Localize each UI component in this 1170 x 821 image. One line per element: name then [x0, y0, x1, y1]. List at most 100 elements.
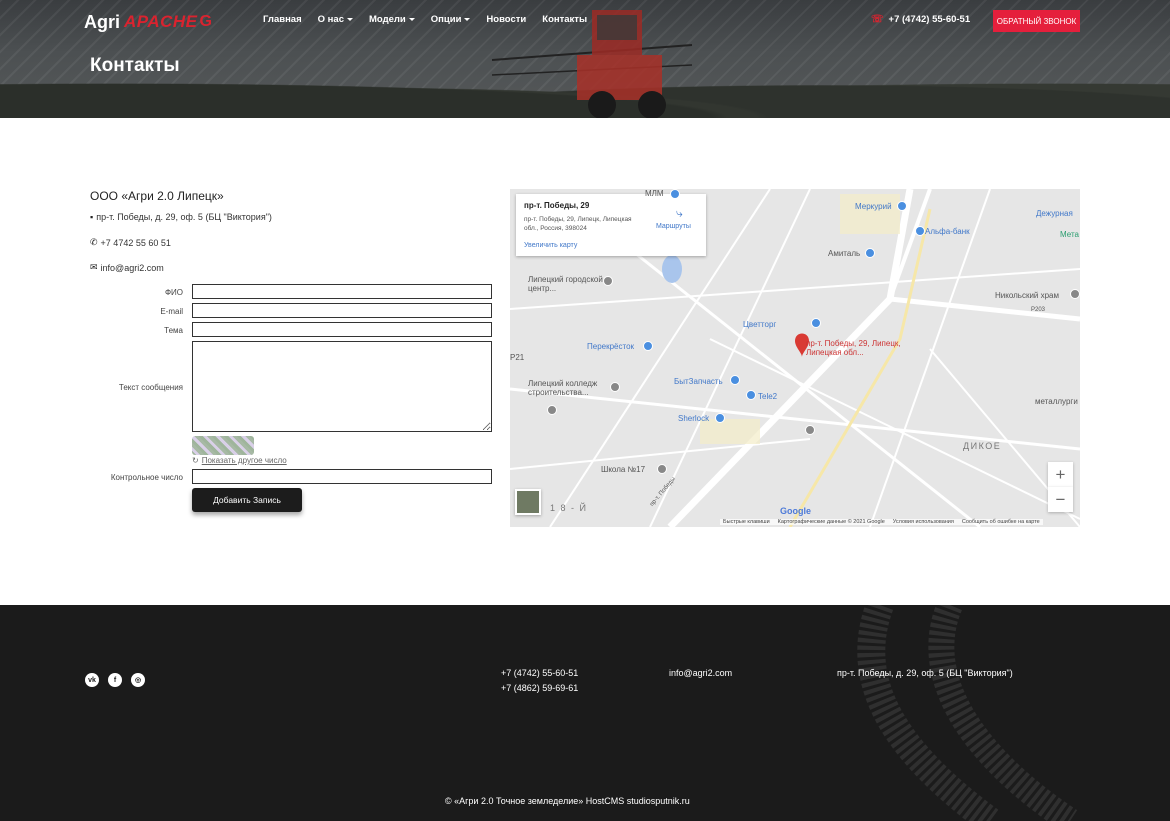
map-label-p203: Р203 — [1031, 307, 1046, 313]
map-label-tsvettorg: Цветторг — [743, 320, 777, 329]
submit-button[interactable]: Добавить Запись — [192, 488, 302, 512]
message-label: Текст сообщения — [118, 383, 183, 392]
map-label-lipetsk-center: Липецкий городской центр... — [528, 275, 603, 293]
logo-apache-text: APACHE — [124, 12, 198, 31]
zoom-in-button[interactable]: + — [1048, 462, 1073, 487]
map-label-bytzapchast: БытЗапчасть — [674, 377, 723, 386]
tire-tracks-decoration — [857, 605, 1078, 821]
chevron-down-icon — [408, 18, 415, 21]
email-field[interactable] — [192, 303, 492, 318]
nav-about-label: О нас — [317, 14, 344, 25]
logo-mark: G — [199, 13, 212, 30]
map-label-merkuriy: Меркурий — [855, 202, 892, 211]
site-footer: vk f ◎ +7 (4742) 55-60-51 +7 (4862) 59-6… — [0, 605, 1170, 821]
chevron-down-icon — [464, 18, 471, 21]
captcha-field[interactable] — [192, 469, 492, 484]
facebook-icon[interactable]: f — [108, 673, 122, 687]
phone-icon: ☏ — [871, 14, 884, 25]
chevron-down-icon — [346, 18, 353, 21]
captcha-image — [192, 436, 254, 455]
map-routes-link[interactable]: Маршруты — [656, 223, 691, 230]
nav-options-label: Опции — [430, 14, 462, 25]
zoom-out-button[interactable]: − — [1048, 487, 1073, 512]
map-poi-icon[interactable] — [715, 413, 725, 423]
contact-email[interactable]: ✉ info@agri2.com — [90, 262, 164, 273]
map-poi-icon[interactable] — [897, 201, 907, 211]
map-poi-icon[interactable] — [746, 390, 756, 400]
fio-field[interactable] — [192, 284, 492, 299]
nav-contacts-label: Контакты — [542, 14, 588, 25]
captcha-refresh-link[interactable]: ↻ Показать другое число — [192, 456, 287, 465]
nav-models[interactable]: Модели — [369, 14, 415, 25]
contact-address: ▪ пр-т. Победы, д. 29, оф. 5 (БЦ "Виктор… — [90, 212, 272, 222]
map-poi-icon[interactable] — [643, 341, 653, 351]
map-label-school: Школа №17 — [601, 465, 646, 474]
map-report-link[interactable]: Сообщить об ошибке на карте — [962, 519, 1040, 525]
contact-phone[interactable]: ✆ +7 4742 55 60 51 — [90, 237, 171, 248]
map-label-metallurg: металлурги — [1035, 397, 1078, 406]
message-textarea[interactable] — [192, 341, 492, 432]
vk-icon[interactable]: vk — [85, 673, 99, 687]
map-label-tele2: Tele2 — [758, 392, 778, 401]
map-poi-icon[interactable] — [915, 226, 925, 236]
map-place-card: пр-т. Победы, 29 пр-т. Победы, 29, Липец… — [516, 194, 706, 256]
map-label-perekrestok: Перекрёсток — [587, 342, 635, 351]
instagram-icon[interactable]: ◎ — [131, 673, 145, 687]
footer-email[interactable]: info@agri2.com — [669, 668, 732, 678]
hero-header: Agri APACHE G Главная О нас Модели Опции… — [0, 0, 1170, 118]
map-label-amital: Амиталь — [828, 249, 861, 258]
map-poi-icon[interactable] — [603, 276, 613, 286]
map-label-dezhurnaya: Дежурная — [1036, 209, 1073, 218]
logo-agri-text: Agri — [84, 11, 120, 32]
map-label-meta: Мета — [1060, 230, 1079, 239]
footer-phone-1[interactable]: +7 (4742) 55-60-51 — [501, 668, 578, 678]
map-label-college: Липецкий колледж строительства... — [528, 379, 598, 397]
map-poi-icon[interactable] — [657, 464, 667, 474]
nav-about[interactable]: О нас — [318, 14, 353, 25]
map-poi-icon[interactable] — [805, 425, 815, 435]
footer-address: пр-т. Победы, д. 29, оф. 5 (БЦ "Виктория… — [837, 668, 1013, 678]
address-card-icon: ▪ — [90, 212, 94, 222]
nav-models-label: Модели — [368, 14, 406, 25]
google-logo: Google — [780, 506, 811, 516]
map-poi-icon[interactable] — [1070, 289, 1080, 299]
map-poi-icon[interactable] — [547, 405, 557, 415]
captcha-refresh-label: Показать другое число — [201, 456, 287, 465]
map-terms-link[interactable]: Условия использования — [893, 519, 954, 525]
topic-label: Тема — [164, 326, 183, 335]
main-nav: Главная О нас Модели Опции Новости Конта… — [263, 14, 603, 25]
map-label-dikoe: ДИКОЕ — [963, 441, 1002, 451]
map-poi-icon[interactable] — [730, 375, 740, 385]
header-phone-number: +7 (4742) 55-60-51 — [888, 14, 971, 25]
map-poi-icon[interactable] — [670, 189, 680, 199]
nav-news-label: Новости — [486, 14, 527, 25]
email-label: E-mail — [160, 307, 183, 316]
nav-news[interactable]: Новости — [486, 14, 526, 25]
map-label-alfa: Альфа-банк — [925, 227, 970, 236]
phone-icon: ✆ — [90, 237, 98, 247]
callback-button[interactable]: ОБРАТНЫЙ ЗВОНОК — [993, 10, 1080, 32]
map-label-mlm: МЛМ — [645, 189, 664, 198]
topic-field[interactable] — [192, 322, 492, 337]
map-label-r21: Р21 — [510, 353, 525, 362]
map-data-notice: Картографические данные © 2021 Google — [777, 519, 885, 525]
map-poi-icon[interactable] — [865, 248, 875, 258]
nav-contacts[interactable]: Контакты — [542, 14, 587, 25]
company-name: ООО «Агри 2.0 Липецк» — [90, 189, 224, 203]
map-poi-icon[interactable] — [610, 382, 620, 392]
site-logo[interactable]: Agri APACHE G — [84, 8, 212, 36]
footer-phone-2[interactable]: +7 (4862) 59-69-61 — [501, 683, 578, 693]
map-card-title: пр-т. Победы, 29 — [524, 201, 590, 210]
map-enlarge-link[interactable]: Увеличить карту — [524, 242, 577, 249]
directions-icon[interactable]: ⤷ — [676, 206, 683, 221]
map-shortcuts-link[interactable]: Быстрые клавиши — [723, 519, 770, 525]
satellite-toggle[interactable] — [515, 489, 541, 515]
map-poi-icon[interactable] — [811, 318, 821, 328]
refresh-icon: ↻ — [192, 456, 199, 465]
captcha-label: Контрольное число — [110, 473, 183, 482]
header-phone[interactable]: ☏ +7 (4742) 55-60-51 — [871, 14, 970, 25]
nav-options[interactable]: Опции — [431, 14, 471, 25]
google-map[interactable]: пр-т. Победы, 29 пр-т. Победы, 29, Липец… — [510, 189, 1080, 527]
contact-address-text: пр-т. Победы, д. 29, оф. 5 (БЦ "Виктория… — [96, 212, 272, 222]
nav-home[interactable]: Главная — [263, 14, 302, 25]
